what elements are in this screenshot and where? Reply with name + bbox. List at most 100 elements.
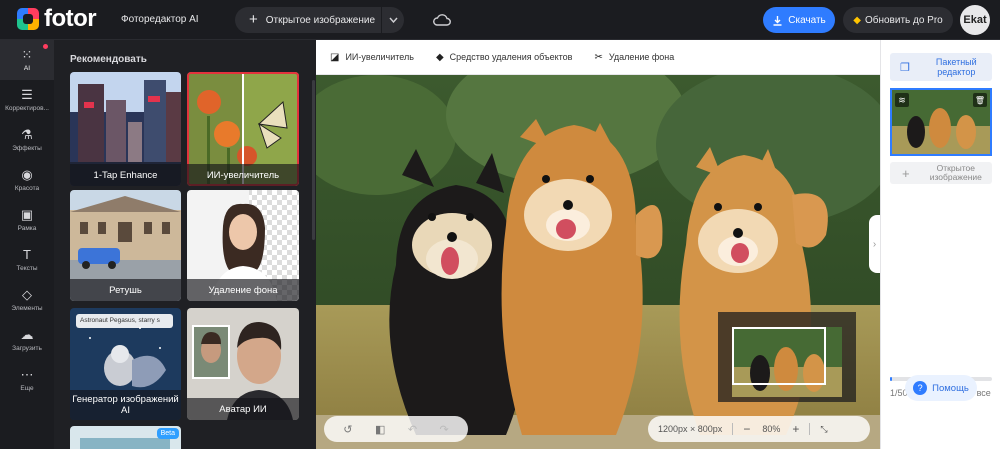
card-label: Генератор изображений AI [70,390,181,420]
image-thumbnail[interactable]: ≋ 🗑 [890,88,992,156]
trash-icon[interactable]: 🗑 [973,93,987,107]
cloud-icon[interactable] [433,12,451,28]
compare-icon[interactable]: ◧ [375,423,385,436]
open-image-dropdown[interactable] [382,7,404,33]
tool-label: Красота [14,185,40,192]
chevron-down-icon [388,17,398,23]
card-beta-feature[interactable]: Beta [70,426,181,449]
upgrade-pro-button[interactable]: ◆ Обновить до Pro [843,7,953,33]
zoom-controls: 1200px × 800px − 80% + ⤡ [648,416,870,442]
card-label: Удаление фона [187,279,299,301]
panel-title: Рекомендовать [70,54,147,65]
eye-icon: ◉ [21,167,33,182]
batch-icon: ❐ [900,61,910,74]
card-label: 1-Tap Enhance [70,164,181,186]
tool-adjust[interactable]: ☰ Корректиров... [0,80,54,120]
text-icon: T [23,247,31,262]
card-ai-upscaler[interactable]: ИИ-увеличитель [187,72,299,186]
open-image-label: Открытое изображение [265,14,376,26]
generator-prompt: Astronaut Pegasus, starry s [76,314,173,328]
canvas-size: 1200px × 800px [658,424,723,434]
batch-editor-button[interactable]: ❐ Пакетный редактор [890,53,992,81]
flask-icon: ⚗ [21,127,33,142]
object-remover-action[interactable]: ◆ Средство удаления объектов [436,52,573,63]
open-image-button[interactable]: + Открытое изображение [235,7,381,33]
card-ai-avatar[interactable]: Аватар ИИ [187,308,299,420]
card-1tap-enhance[interactable]: 1-Tap Enhance [70,72,181,186]
minimap-viewport[interactable] [732,327,826,385]
tool-label: Рамка [17,225,37,232]
history-controls: ↺ ◧ ↶ ↷ [324,416,468,442]
app-title[interactable]: Фоторедактор AI [121,14,199,25]
layers-icon[interactable]: ≋ [895,93,909,107]
tool-ai[interactable]: ⁙ AI [0,40,54,80]
tool-label: AI [23,65,31,72]
plus-icon: + [902,165,910,181]
add-image-label: Открытое изображение [929,163,982,182]
tool-label: Корректиров... [5,105,49,112]
fotor-logo-mark [17,8,39,30]
add-image-button[interactable]: + Открытое изображение [890,162,992,184]
pro-diamond-icon: ◆ [853,14,861,26]
feature-panel: Рекомендовать 1-Tap Enhance ИИ-увеличите… [54,40,316,449]
tool-label: Элементы [11,305,43,312]
action-label: Средство удаления объектов [449,52,573,62]
zoom-level[interactable]: 80% [762,424,780,434]
card-retouch[interactable]: Ретушь [70,190,181,301]
progress-fill [890,377,893,381]
bg-remover-action[interactable]: ✂ Удаление фона [594,52,674,63]
grid-icon: ⁙ [21,47,33,62]
undo-icon[interactable]: ↶ [408,423,417,436]
right-panel-toggle[interactable]: › [869,215,880,273]
top-bar: fotor Фоторедактор AI + Открытое изображ… [0,0,1000,40]
sliders-icon: ☰ [21,87,33,102]
action-label: Удаление фона [608,52,675,62]
more-icon: ⋯ [20,367,34,382]
tool-upload[interactable]: ☁ Загрузить [0,320,54,360]
upgrade-label: Обновить до Pro [864,14,943,26]
tool-frame[interactable]: ▣ Рамка [0,200,54,240]
redo-icon[interactable]: ↷ [440,423,449,436]
help-label: Помощь [932,382,969,394]
history-icon[interactable]: ↺ [343,423,352,436]
help-button[interactable]: ? Помощь [905,375,977,401]
tool-more[interactable]: ⋯ Еще [0,360,54,400]
chevron-right-icon: › [872,238,877,250]
frame-icon: ▣ [20,207,34,222]
tool-beauty[interactable]: ◉ Красота [0,160,54,200]
fit-screen-icon[interactable]: ⤡ [820,424,827,435]
card-label: ИИ-увеличитель [187,164,299,186]
tool-label: Эффекты [12,145,42,152]
tool-effects[interactable]: ⚗ Эффекты [0,120,54,160]
fotor-logo[interactable]: fotor [17,5,97,32]
navigator-minimap[interactable] [718,312,856,402]
tool-rail: ⁙ AI ☰ Корректиров... ⚗ Эффекты ◉ Красот… [0,40,54,449]
zoom-in-icon[interactable]: + [792,422,799,436]
ai-upscaler-action[interactable]: ◪ ИИ-увеличитель [330,52,414,63]
scissors-icon: ✂ [594,51,603,63]
panel-scrollbar[interactable] [312,80,315,240]
download-label: Скачать [788,14,826,26]
tool-label: Тексты [16,265,38,272]
avatar-text: Ekat [963,14,987,26]
eraser-icon: ◆ [435,51,444,63]
download-button[interactable]: Скачать [763,7,835,33]
plus-icon: + [249,11,258,28]
batch-label: Пакетный редактор [935,57,977,77]
upload-cloud-icon: ☁ [20,327,34,342]
fotor-logo-text: fotor [44,5,97,32]
user-avatar[interactable]: Ekat [960,5,990,35]
card-bg-remover[interactable]: Удаление фона [187,190,299,301]
zoom-out-icon[interactable]: − [743,422,750,436]
divider [809,423,811,435]
tool-label: Загрузить [12,345,42,352]
card-label: Аватар ИИ [187,398,299,420]
divider [732,423,734,435]
card-ai-image-generator[interactable]: Astronaut Pegasus, starry s Генератор из… [70,308,181,420]
action-label: ИИ-увеличитель [345,52,414,62]
card-label: Ретушь [70,279,181,301]
download-icon [773,15,782,26]
notification-dot [43,44,48,49]
tool-elements[interactable]: ◇ Элементы [0,280,54,320]
tool-text[interactable]: T Тексты [0,240,54,280]
